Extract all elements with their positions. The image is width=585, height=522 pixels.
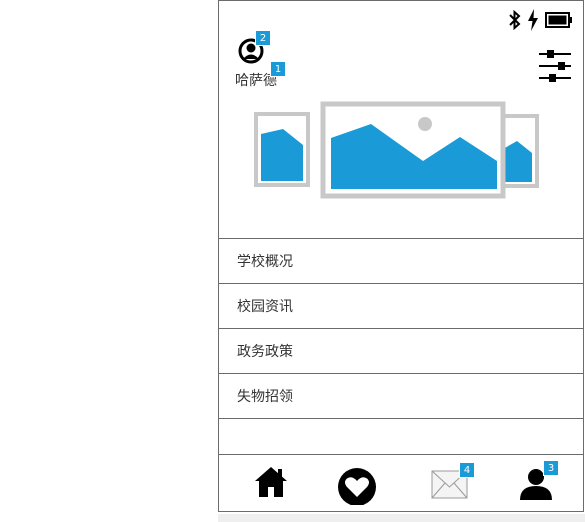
menu-list: 学校概况 校园资讯 政务政策 失物招领 — [219, 238, 583, 451]
charging-icon — [528, 9, 538, 31]
bottom-strip — [218, 514, 585, 522]
avatar-badge: 2 — [255, 30, 271, 46]
menu-item-label: 失物招领 — [237, 389, 293, 405]
carousel-slide-left[interactable] — [254, 112, 310, 187]
menu-item-label: 政务政策 — [237, 344, 293, 360]
heart-icon — [338, 468, 376, 506]
menu-item-label: 校园资讯 — [237, 299, 293, 315]
tab-home[interactable] — [253, 465, 293, 505]
menu-item-lost-and-found[interactable]: 失物招领 — [219, 373, 583, 418]
username-badge: 1 — [270, 61, 286, 77]
tab-favorites[interactable] — [337, 465, 377, 506]
menu-item-policies[interactable]: 政务政策 — [219, 328, 583, 373]
image-carousel[interactable] — [253, 101, 543, 201]
tab-messages[interactable]: 4 — [431, 462, 475, 505]
phone-screen: 2 哈萨德 1 学校概况 校园资讯 政务政策 失物招领 4 3 — [218, 0, 584, 512]
status-bar — [509, 9, 573, 31]
menu-item-school-overview[interactable]: 学校概况 — [219, 238, 583, 283]
menu-item-label: 学校概况 — [237, 254, 293, 270]
battery-icon — [545, 12, 572, 28]
sliders-icon — [539, 50, 571, 82]
messages-badge: 4 — [459, 462, 475, 478]
profile-badge: 3 — [543, 460, 559, 476]
bottom-tab-bar: 4 3 — [219, 454, 583, 512]
avatar[interactable]: 2 — [236, 30, 272, 73]
filter-button[interactable] — [539, 49, 571, 83]
tab-profile[interactable]: 3 — [519, 460, 559, 505]
home-icon — [255, 467, 287, 497]
carousel-slide-center[interactable] — [320, 101, 506, 199]
menu-item-campus-news[interactable]: 校园资讯 — [219, 283, 583, 328]
bluetooth-icon — [509, 10, 521, 30]
menu-item-empty — [219, 418, 583, 451]
